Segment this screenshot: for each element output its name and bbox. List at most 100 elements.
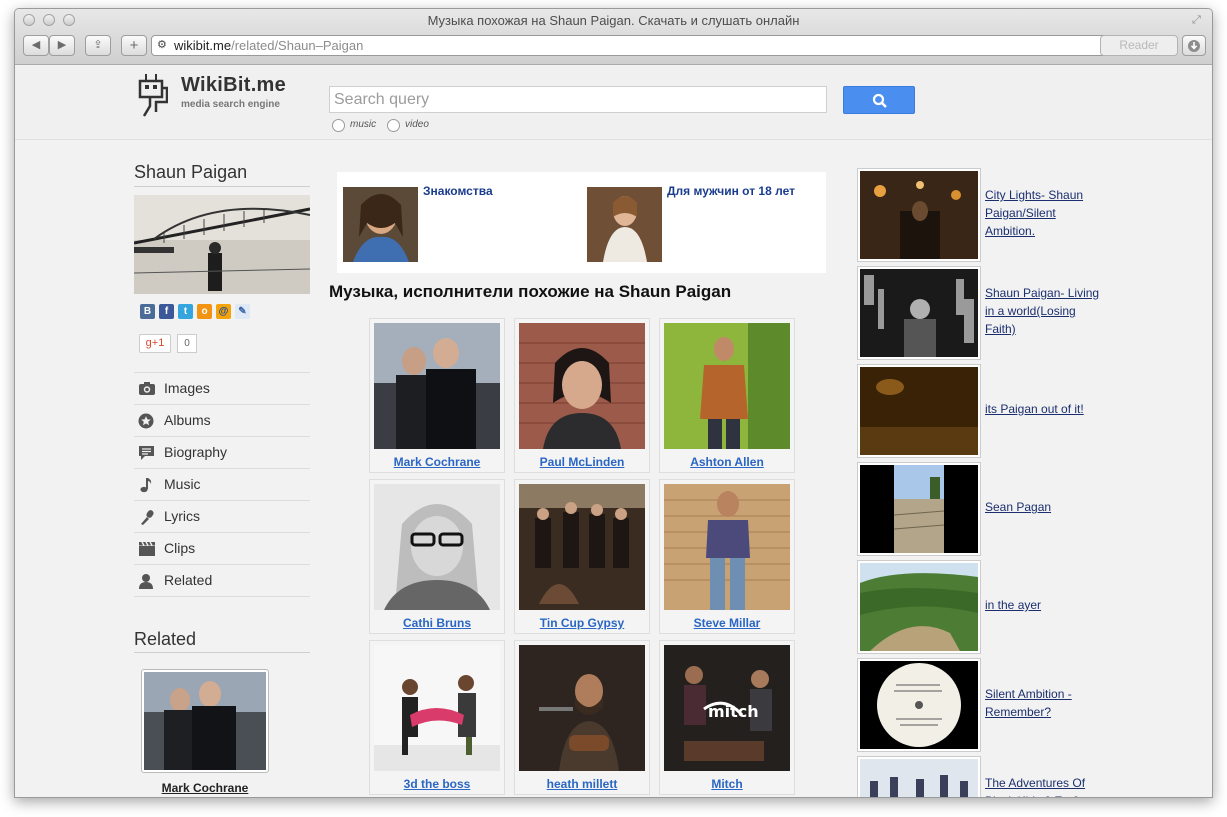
comment-icon — [139, 446, 154, 460]
back-button[interactable]: ◀ — [23, 35, 49, 56]
robot-logo-icon[interactable] — [136, 72, 168, 118]
artist-card-name[interactable]: Tin Cup Gypsy — [515, 616, 649, 630]
menu-item-biography[interactable]: Biography — [134, 437, 310, 469]
artist-card-name[interactable]: Ashton Allen — [660, 455, 794, 469]
ad-block: Знакомства Для мужчин от 18 лет — [337, 172, 826, 273]
ad-image[interactable] — [343, 187, 418, 262]
microphone-icon — [141, 510, 154, 525]
radio-music[interactable] — [332, 119, 345, 132]
artist-card-name[interactable]: Cathi Bruns — [370, 616, 504, 630]
video-title[interactable]: in the ayer — [985, 596, 1100, 614]
ad-title[interactable]: Знакомства — [423, 184, 493, 198]
artist-card-image[interactable] — [519, 484, 645, 610]
artist-card-image[interactable] — [374, 323, 500, 449]
add-bookmark-button[interactable]: + — [121, 35, 147, 56]
twitter-share-icon[interactable]: t — [178, 304, 193, 319]
artist-card-image[interactable]: mitch — [664, 645, 790, 771]
artist-card[interactable]: Steve Millar — [659, 479, 795, 634]
menu-item-images[interactable]: Images — [134, 373, 310, 405]
downloads-button[interactable] — [1182, 35, 1206, 56]
artist-card-name[interactable]: Paul McLinden — [515, 455, 649, 469]
video-thumbnail[interactable] — [857, 462, 981, 556]
download-icon — [1188, 40, 1200, 52]
video-title[interactable]: City Lights- Shaun Paigan/Silent Ambitio… — [985, 186, 1100, 240]
google-plus-count: 0 — [177, 334, 197, 353]
share-button[interactable]: ⇪ — [85, 35, 111, 56]
ad-title[interactable]: Для мужчин от 18 лет — [667, 184, 795, 198]
menu-item-related[interactable]: Related — [134, 565, 310, 597]
artist-card[interactable]: Mark Cochrane — [369, 318, 505, 473]
plus-icon: + — [129, 37, 139, 54]
artist-card[interactable]: Paul McLinden — [514, 318, 650, 473]
video-thumbnail[interactable] — [857, 168, 981, 262]
video-thumbnail[interactable] — [857, 658, 981, 752]
odnoklassniki-share-icon[interactable]: о — [197, 304, 212, 319]
artist-card-image[interactable] — [374, 484, 500, 610]
artist-card[interactable]: 3d the boss — [369, 640, 505, 795]
search-button[interactable] — [843, 86, 915, 114]
window-title: Музыка похожая на Shaun Paigan. Скачать … — [427, 13, 800, 28]
star-badge-icon — [138, 413, 154, 429]
video-thumbnail[interactable] — [857, 756, 981, 797]
video-title[interactable]: Sean Pagan — [985, 498, 1100, 516]
video-title[interactable]: The Adventures Of Black Kid s2 Ep 6 — [985, 774, 1100, 797]
artist-card-image[interactable] — [519, 645, 645, 771]
url-path: /related/Shaun–Paigan — [231, 38, 364, 53]
menu-label: Lyrics — [164, 508, 201, 524]
search-icon — [872, 93, 887, 108]
artist-card[interactable]: heath millett — [514, 640, 650, 795]
forward-button[interactable]: ▶ — [49, 35, 75, 56]
livejournal-share-icon[interactable]: ✎ — [235, 304, 250, 319]
artist-card-image[interactable] — [664, 484, 790, 610]
artist-card-image[interactable] — [519, 323, 645, 449]
svg-text:mitch: mitch — [708, 702, 759, 721]
browser-toolbar: Музыка похожая на Shaun Paigan. Скачать … — [15, 9, 1212, 65]
menu-item-music[interactable]: Music — [134, 469, 310, 501]
artist-card-name[interactable]: Mark Cochrane — [370, 455, 504, 469]
video-thumbnail[interactable] — [857, 266, 981, 360]
facebook-share-icon[interactable]: f — [159, 304, 174, 319]
video-thumbnail[interactable] — [857, 560, 981, 654]
radio-music-label: music — [350, 119, 377, 130]
related-artist-photo[interactable] — [141, 669, 269, 773]
address-bar[interactable]: ⚙ wikibit.me/related/Shaun–Paigan ↻ — [151, 35, 1117, 56]
menu-item-lyrics[interactable]: Lyrics — [134, 501, 310, 533]
artist-menu: Images Albums Biography Music Lyrics Cli… — [134, 372, 310, 597]
artist-card-name[interactable]: 3d the boss — [370, 777, 504, 791]
artist-card-name[interactable]: heath millett — [515, 777, 649, 791]
vk-share-icon[interactable]: В — [140, 304, 155, 319]
google-plus-button[interactable]: g+1 — [139, 334, 171, 353]
artist-card-image[interactable] — [374, 645, 500, 771]
menu-item-albums[interactable]: Albums — [134, 405, 310, 437]
video-title[interactable]: Silent Ambition - Remember? — [985, 685, 1100, 721]
menu-item-clips[interactable]: Clips — [134, 533, 310, 565]
share-icon: ⇪ — [93, 39, 103, 51]
web-page: WikiBit.me media search engine music vid… — [15, 66, 1212, 797]
fullscreen-icon[interactable]: ⤢ — [1192, 14, 1206, 28]
artist-card-image[interactable] — [664, 323, 790, 449]
section-title: Музыка, исполнители похожие на Shaun Pai… — [329, 282, 732, 301]
mailru-share-icon[interactable]: @ — [216, 304, 231, 319]
artist-card-name[interactable]: Mitch — [660, 777, 794, 791]
artist-card[interactable]: Cathi Bruns — [369, 479, 505, 634]
artist-name: Shaun Paigan — [134, 162, 310, 187]
artist-card[interactable]: Ashton Allen — [659, 318, 795, 473]
radio-video[interactable] — [387, 119, 400, 132]
artist-photo — [134, 195, 310, 294]
url-host: wikibit.me — [174, 38, 232, 53]
logo-text[interactable]: WikiBit.me — [181, 74, 286, 97]
social-share-bar: В f t о @ ✎ — [134, 304, 310, 322]
menu-label: Images — [164, 380, 210, 396]
reader-button[interactable]: Reader — [1100, 35, 1178, 56]
video-title[interactable]: its Paigan out of it! — [985, 400, 1100, 418]
artist-card[interactable]: Tin Cup Gypsy — [514, 479, 650, 634]
artist-card-name[interactable]: Steve Millar — [660, 616, 794, 630]
related-artist-name[interactable]: Mark Cochrane — [141, 781, 269, 795]
ad-image[interactable] — [587, 187, 662, 262]
video-thumbnail[interactable] — [857, 364, 981, 458]
artist-card[interactable]: mitch Mitch — [659, 640, 795, 795]
video-title[interactable]: Shaun Paigan- Living in a world(Losing F… — [985, 284, 1100, 338]
search-input[interactable] — [329, 86, 827, 113]
user-icon — [139, 574, 153, 589]
camera-icon — [139, 382, 155, 395]
